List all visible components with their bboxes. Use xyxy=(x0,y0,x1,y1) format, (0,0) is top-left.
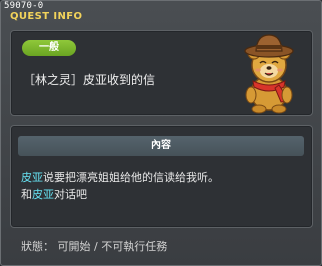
category-badge: 一般 xyxy=(22,40,76,56)
title-bar[interactable]: 59070-0 QUEST INFO xyxy=(1,1,321,23)
quest-id: 59070-0 xyxy=(4,1,44,11)
description-line-2: 和皮亚对话吧 xyxy=(21,186,303,203)
quest-name: ［林之灵］皮亚收到的信 xyxy=(23,73,156,87)
description-prefix: 和 xyxy=(21,188,32,201)
description-text: 说要把漂亮姐姐给他的信读给我听。 xyxy=(43,171,219,184)
quest-description: 皮亚说要把漂亮姐姐给他的信读给我听。 和皮亚对话吧 xyxy=(21,169,303,203)
npc-name-link[interactable]: 皮亚 xyxy=(21,171,43,184)
quest-info-window: 59070-0 QUEST INFO 一般 ［林之灵］皮亚收到的信 內容 皮亚说… xyxy=(0,0,322,266)
description-line-1: 皮亚说要把漂亮姐姐给他的信读给我听。 xyxy=(21,169,303,186)
npc-name-link[interactable]: 皮亚 xyxy=(32,188,54,201)
quest-summary-panel: 一般 ［林之灵］皮亚收到的信 xyxy=(10,30,313,116)
window-title: QUEST INFO xyxy=(10,11,83,22)
bear-npc-icon xyxy=(244,34,294,114)
description-suffix: 对话吧 xyxy=(54,188,87,201)
details-section-header: 內容 xyxy=(18,136,304,156)
quest-details-panel: 內容 皮亚说要把漂亮姐姐给他的信读给我听。 和皮亚对话吧 xyxy=(10,125,313,228)
quest-status: 狀態： 可開始 / 不可執行任務 xyxy=(21,240,168,253)
